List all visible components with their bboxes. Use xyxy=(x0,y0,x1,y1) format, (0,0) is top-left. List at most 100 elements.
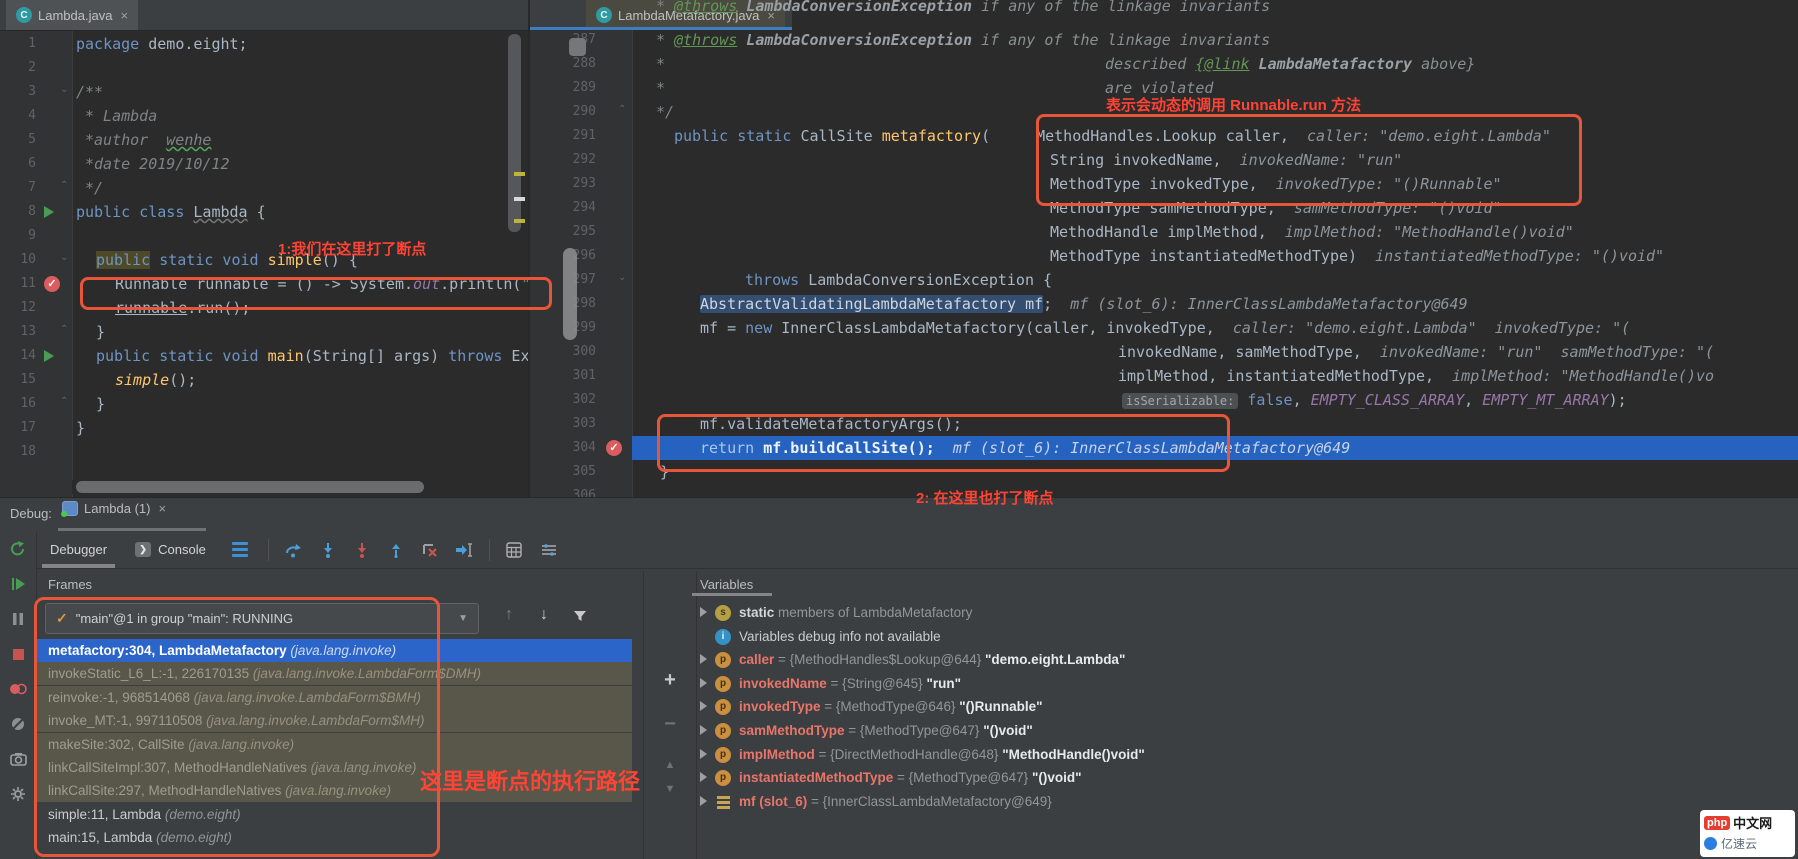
step-into-icon[interactable] xyxy=(311,537,345,563)
code-line: /** xyxy=(76,80,103,104)
step-over-icon[interactable] xyxy=(277,537,311,563)
step-out-icon[interactable] xyxy=(379,537,413,563)
remove-watch-icon[interactable]: − xyxy=(644,713,696,736)
variable-text: implMethod = {DirectMethodHandle@648} "M… xyxy=(739,743,1145,767)
view-breakpoints-icon[interactable] xyxy=(0,675,36,703)
java-class-icon: C xyxy=(596,7,612,23)
evaluate-expression-icon[interactable] xyxy=(498,537,532,563)
move-down-icon[interactable]: ▼ xyxy=(644,783,696,795)
debug-left-rail xyxy=(0,531,37,859)
pause-program-icon[interactable] xyxy=(0,605,36,633)
annotation-exec-path: 这里是断点的执行路径 xyxy=(420,764,640,796)
run-gutter-icon[interactable] xyxy=(44,206,54,218)
annotation-dynamic-call: 表示会动态的调用 Runnable.run 方法 xyxy=(1106,94,1361,115)
code-line: public static void main(String[] args) t… xyxy=(96,344,530,368)
variables-underline xyxy=(692,593,772,596)
code-line: simple(); xyxy=(115,368,196,392)
fold-marker-icon[interactable]: ⌄ xyxy=(60,84,68,95)
code-line: * @throws LambdaConversionException if a… xyxy=(656,0,1270,18)
variable-type-icon: s xyxy=(715,605,731,621)
toolbar-separator xyxy=(268,539,269,561)
expand-arrow-icon[interactable] xyxy=(700,749,707,759)
force-step-into-icon[interactable] xyxy=(345,537,379,563)
watermark-badge: php xyxy=(1704,816,1730,830)
hide-library-frames-icon[interactable] xyxy=(572,608,588,629)
tab-console[interactable]: ❯ Console xyxy=(121,531,220,568)
info-icon: i xyxy=(715,629,731,645)
fold-marker-icon[interactable]: ⌄ xyxy=(60,252,68,263)
left-tabbar: C Lambda.java × xyxy=(0,0,528,31)
code-line: MethodHandle implMethod, implMethod: "Me… xyxy=(1050,220,1574,244)
tab-debugger[interactable]: Debugger xyxy=(36,531,121,568)
vertical-scrollbar[interactable] xyxy=(508,34,521,232)
code-line: *described {@link LambdaMetafactory abov… xyxy=(656,52,1475,76)
run-to-cursor-icon[interactable] xyxy=(447,537,481,563)
debug-session-icon xyxy=(62,501,78,516)
add-watch-icon[interactable]: + xyxy=(644,669,696,692)
expand-arrow-icon[interactable] xyxy=(700,678,707,688)
fold-marker-icon[interactable]: ⌃ xyxy=(60,396,68,407)
debug-session-tab[interactable]: Lambda (1) × xyxy=(62,501,166,516)
breakpoint-icon[interactable]: ✓ xyxy=(606,440,622,456)
tab-lambda-java[interactable]: C Lambda.java × xyxy=(6,0,138,30)
watermark-name: 中文网 xyxy=(1733,813,1772,832)
resume-program-icon[interactable] xyxy=(0,570,36,598)
highlight-box-params xyxy=(1036,114,1582,206)
watches-toolbar: + − ▲ ▼ ∞ xyxy=(643,571,697,859)
mute-breakpoints-icon[interactable] xyxy=(0,710,36,738)
stop-program-icon[interactable] xyxy=(0,640,36,668)
expand-arrow-icon[interactable] xyxy=(700,607,707,617)
code-line: } xyxy=(96,392,105,416)
layout-menu-icon[interactable] xyxy=(232,542,248,557)
java-class-icon: C xyxy=(16,7,32,23)
ide-window: 123456789101112131415161718✓⌄⌃⌄⌃⌃ packag… xyxy=(0,0,1798,859)
close-icon[interactable]: × xyxy=(120,8,128,23)
breakpoint-icon[interactable]: ✓ xyxy=(44,276,60,292)
splitter-scroll-thumb[interactable] xyxy=(563,248,577,340)
expand-arrow-icon[interactable] xyxy=(700,725,707,735)
expand-arrow-icon[interactable] xyxy=(700,772,707,782)
variable-text: invokedType = {MethodType@646} "()Runnab… xyxy=(739,695,1043,719)
horizontal-scrollbar[interactable] xyxy=(72,480,528,494)
layout-settings-icon[interactable] xyxy=(532,537,566,563)
highlight-box-line11 xyxy=(80,277,552,310)
left-code-area[interactable]: package demo.eight;/*** Lambda*author we… xyxy=(0,0,528,497)
variables-panel-title: Variables xyxy=(700,577,753,592)
fold-marker-icon[interactable]: ⌄ xyxy=(618,272,626,283)
debug-session-label: Lambda (1) xyxy=(84,501,150,516)
move-up-icon[interactable]: ▲ xyxy=(644,759,696,771)
code-line: throws LambdaConversionException { xyxy=(745,268,1052,292)
close-icon[interactable]: × xyxy=(158,501,166,516)
code-line: *author wenhe xyxy=(85,128,211,152)
fold-marker-icon[interactable]: ⌃ xyxy=(60,180,68,191)
code-line: *date 2019/10/12 xyxy=(85,152,230,176)
code-line: AbstractValidatingLambdaMetafactory mf; … xyxy=(700,292,1468,316)
site-watermark: php 中文网 亿速云 xyxy=(1700,810,1795,857)
highlight-box-frames xyxy=(34,597,440,857)
variable-text: instantiatedMethodType = {MethodType@647… xyxy=(739,766,1082,790)
fold-marker-icon[interactable]: ⌃ xyxy=(618,104,626,115)
code-line: } xyxy=(96,320,105,344)
annotation-breakpoint-1: 1:我们在这里打了断点 xyxy=(278,238,426,259)
run-gutter-icon[interactable] xyxy=(44,350,54,362)
scrollbar-mark xyxy=(569,38,586,56)
fold-marker-icon[interactable]: ⌃ xyxy=(60,324,68,335)
variable-type-icon: p xyxy=(715,652,731,668)
debug-settings-icon[interactable] xyxy=(0,780,36,808)
code-line: public class Lambda { xyxy=(76,200,266,224)
code-line: implMethod, instantiatedMethodType, impl… xyxy=(1118,364,1714,388)
drop-frame-icon[interactable] xyxy=(413,537,447,563)
expand-arrow-icon[interactable] xyxy=(700,654,707,664)
rerun-debug-icon[interactable] xyxy=(0,535,36,563)
expand-arrow-icon[interactable] xyxy=(700,701,707,711)
variable-text: static members of LambdaMetafactory xyxy=(739,601,972,625)
next-frame-icon[interactable]: ↓ xyxy=(540,606,548,624)
thread-dump-icon[interactable] xyxy=(0,745,36,773)
variable-text: mf (slot_6) = {InnerClassLambdaMetafacto… xyxy=(739,790,1052,814)
change-marker xyxy=(514,172,525,176)
code-line: * Lambda xyxy=(85,104,157,128)
previous-frame-icon[interactable]: ↑ xyxy=(505,606,513,624)
expand-arrow-icon[interactable] xyxy=(700,796,707,806)
debug-header: Debug: Lambda (1) × xyxy=(0,498,1798,531)
tab-label: Lambda.java xyxy=(38,8,112,23)
